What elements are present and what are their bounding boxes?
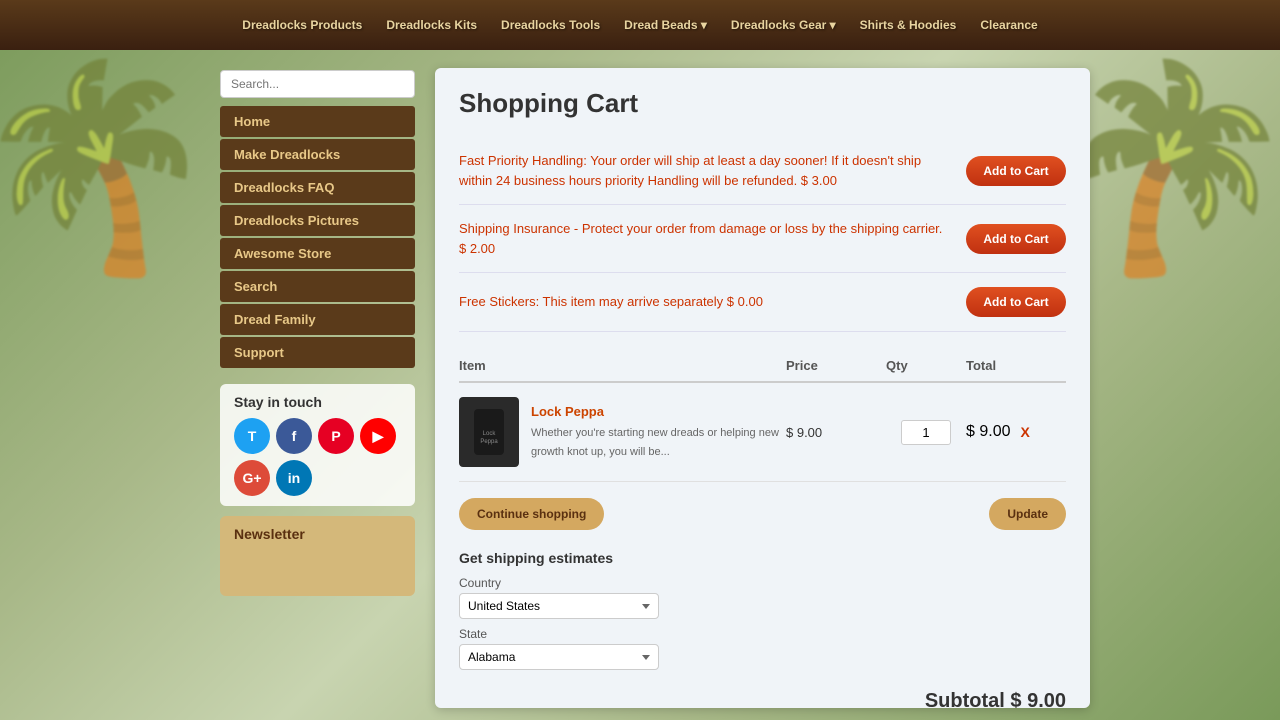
upsell-row: Free Stickers: This item may arrive sepa… [459,273,1066,332]
remove-item-button[interactable]: X [1020,424,1029,440]
table-row: Lock Peppa Lock Peppa Whether you're sta… [459,383,1066,482]
total-amount: $ 9.00 [966,423,1010,441]
sidebar-item-awesome-store[interactable]: Awesome Store [220,238,415,269]
sidebar-item-dreadlocks-faq[interactable]: Dreadlocks FAQ [220,172,415,203]
country-field: Country United States Canada United King… [459,576,1066,619]
nav-item[interactable]: Dreadlocks Products [242,18,362,32]
upsell-text: Shipping Insurance - Protect your order … [459,219,966,258]
subtotal-value: $ 9.00 [1010,690,1066,708]
country-label: Country [459,576,1066,590]
nav-item[interactable]: Dreadlocks Gear ▾ [731,18,836,32]
nav-item[interactable]: Dread Beads ▾ [624,18,707,32]
sidebar-item-search[interactable]: Search [220,271,415,302]
state-select[interactable]: Alabama Alaska Arizona California Colora… [459,644,659,670]
facebook-icon[interactable]: f [276,418,312,454]
state-label: State [459,627,1066,641]
svg-text:Lock: Lock [483,431,497,437]
quantity-input[interactable] [901,420,951,445]
social-title: Stay in touch [234,394,401,410]
sidebar-item-dreadlocks-pictures[interactable]: Dreadlocks Pictures [220,205,415,236]
cart-header: Item Price Qty Total [459,350,1066,383]
newsletter-title: Newsletter [234,526,401,542]
sidebar-item-home[interactable]: Home [220,106,415,137]
nav-item[interactable]: Clearance [980,18,1037,32]
social-section: Stay in touch T f P ▶ G+ in [220,384,415,506]
subtotal-label: Subtotal [925,690,1005,708]
product-name: Lock Peppa [531,404,786,419]
sidebar-nav: HomeMake DreadlocksDreadlocks FAQDreadlo… [220,106,415,368]
sidebar-item-make-dreadlocks[interactable]: Make Dreadlocks [220,139,415,170]
upsell-row: Fast Priority Handling: Your order will … [459,137,1066,205]
cart-item-info: Lock Peppa Lock Peppa Whether you're sta… [459,397,786,467]
product-image: Lock Peppa [459,397,519,467]
search-input[interactable] [220,70,415,98]
cart-table: Item Price Qty Total Lock Peppa Lock Pep… [459,350,1066,482]
youtube-icon[interactable]: ▶ [360,418,396,454]
add-to-cart-button-1[interactable]: Add to Cart [966,224,1066,254]
nav-item[interactable]: Dreadlocks Kits [386,18,477,32]
country-select[interactable]: United States Canada United Kingdom Aust… [459,593,659,619]
linkedin-icon[interactable]: in [276,460,312,496]
shipping-title: Get shipping estimates [459,550,1066,566]
header-nav: Dreadlocks Products Dreadlocks Kits Dreadl… [242,18,1037,32]
col-qty: Qty [886,358,966,373]
continue-shopping-button[interactable]: Continue shopping [459,498,604,530]
product-desc: Whether you're starting new dreads or he… [531,427,779,457]
item-price: $ 9.00 [786,425,886,440]
state-field: State Alabama Alaska Arizona California … [459,627,1066,670]
cart-actions: Continue shopping Update [459,498,1066,530]
item-total: $ 9.00 X [966,423,1066,441]
sidebar-item-dread-family[interactable]: Dread Family [220,304,415,335]
shipping-section: Get shipping estimates Country United St… [459,550,1066,670]
main-content: Shopping Cart Fast Priority Handling: Yo… [435,68,1090,708]
col-item: Item [459,358,786,373]
upsell-text: Fast Priority Handling: Your order will … [459,151,966,190]
page-title: Shopping Cart [459,88,1066,119]
nav-item[interactable]: Dreadlocks Tools [501,18,600,32]
nav-item[interactable]: Shirts & Hoodies [860,18,957,32]
cart-item-details: Lock Peppa Whether you're starting new d… [531,404,786,460]
add-to-cart-button-2[interactable]: Add to Cart [966,287,1066,317]
upsell-row: Shipping Insurance - Protect your order … [459,205,1066,273]
item-qty [886,420,966,445]
newsletter-section: Newsletter [220,516,415,596]
twitter-icon[interactable]: T [234,418,270,454]
svg-text:Peppa: Peppa [480,439,498,445]
col-price: Price [786,358,886,373]
upsells-container: Fast Priority Handling: Your order will … [459,137,1066,332]
subtotal: Subtotal $ 9.00 [459,690,1066,708]
google-icon[interactable]: G+ [234,460,270,496]
update-cart-button[interactable]: Update [989,498,1066,530]
pinterest-icon[interactable]: P [318,418,354,454]
checkout-area: Subtotal $ 9.00 Go to Checkout [459,690,1066,708]
sidebar-item-support[interactable]: Support [220,337,415,368]
social-icons: T f P ▶ G+ in [234,418,401,496]
add-to-cart-button-0[interactable]: Add to Cart [966,156,1066,186]
col-total: Total [966,358,1066,373]
upsell-text: Free Stickers: This item may arrive sepa… [459,292,966,312]
site-header: Dreadlocks Products Dreadlocks Kits Dreadl… [0,0,1280,50]
sidebar: HomeMake DreadlocksDreadlocks FAQDreadlo… [220,70,415,596]
